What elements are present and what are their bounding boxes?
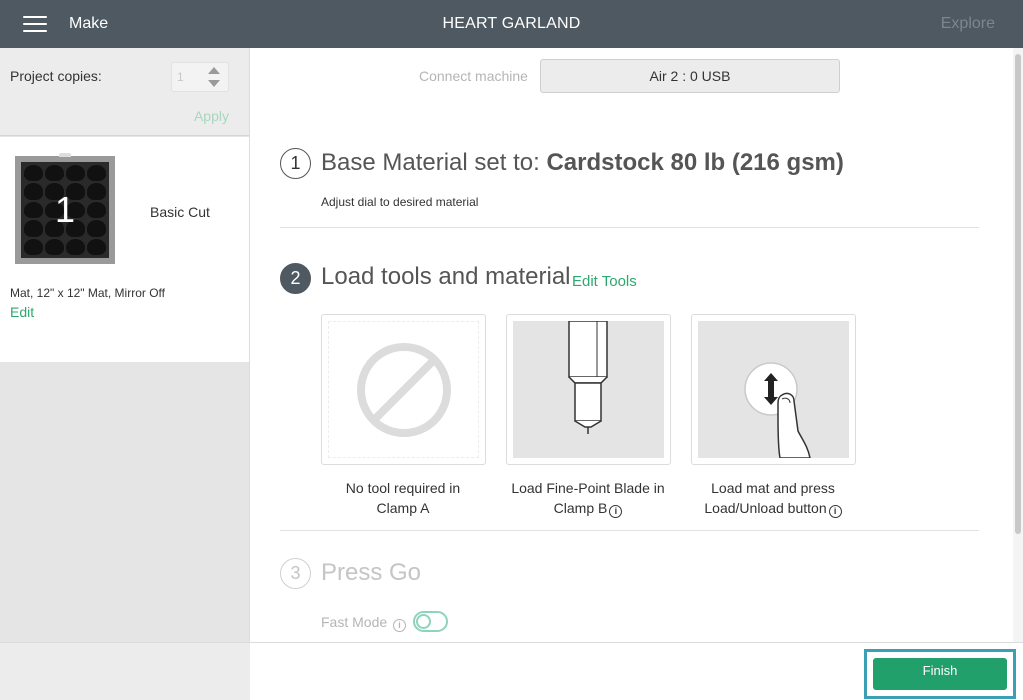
footer-sidebar-area xyxy=(0,643,250,700)
step-2-circle: 2 xyxy=(280,263,311,294)
tool-card-clamp-a xyxy=(321,314,486,465)
tool-card-load-mat xyxy=(691,314,856,465)
tool-caption-load-mat: Load mat and press Load/Unload button i xyxy=(678,478,868,518)
base-material-value[interactable]: Cardstock 80 lb (216 gsm) xyxy=(546,149,843,176)
tool-card-clamp-b xyxy=(506,314,671,465)
stepper-down-icon[interactable] xyxy=(208,80,220,87)
divider xyxy=(280,227,979,228)
step-1-title: Base Material set to: Cardstock 80 lb (2… xyxy=(321,149,844,177)
load-unload-button-icon xyxy=(698,321,849,458)
mat-preview[interactable]: 1 xyxy=(15,153,115,264)
info-icon[interactable]: i xyxy=(828,505,842,518)
step-1-circle: 1 xyxy=(280,148,311,179)
divider xyxy=(280,530,979,531)
toggle-knob xyxy=(416,614,431,629)
project-copies-label: Project copies: xyxy=(10,68,102,84)
mat-card[interactable]: 1 Basic Cut Mat, 12" x 12" Mat, Mirror O… xyxy=(0,137,249,362)
fine-point-blade-icon xyxy=(513,321,664,458)
footer: Finish xyxy=(0,642,1023,700)
fast-mode-label: Fast Mode i xyxy=(321,614,407,632)
info-icon[interactable]: i xyxy=(393,619,407,632)
scrollbar[interactable] xyxy=(1013,48,1023,642)
info-icon[interactable]: i xyxy=(609,505,623,518)
project-copies-panel: Project copies: 1 Apply xyxy=(0,48,249,136)
fast-mode-toggle[interactable] xyxy=(413,611,448,632)
edit-tools-link[interactable]: Edit Tools xyxy=(572,273,637,290)
connect-machine-label: Connect machine xyxy=(419,68,528,84)
no-tool-icon xyxy=(328,321,479,458)
step-1-title-prefix: Base Material set to: xyxy=(321,149,547,176)
step-3-circle: 3 xyxy=(280,558,311,589)
project-title: HEART GARLAND xyxy=(442,15,581,32)
step-2-title: Load tools and material xyxy=(321,263,571,290)
top-bar: Make HEART GARLAND Explore xyxy=(0,0,1023,48)
finish-button-highlight: Finish xyxy=(864,649,1016,699)
stepper-up-icon[interactable] xyxy=(208,67,220,74)
scrollbar-thumb[interactable] xyxy=(1015,54,1021,534)
tool-caption-clamp-a: No tool required in Clamp A xyxy=(345,480,461,516)
hamburger-menu-icon[interactable] xyxy=(23,16,47,34)
project-copies-stepper[interactable]: 1 xyxy=(171,62,229,92)
app-title: Make xyxy=(69,15,109,32)
mat-description: Mat, 12" x 12" Mat, Mirror Off xyxy=(10,286,166,300)
main-panel: Connect machine Air 2 : 0 USB 1 Base Mat… xyxy=(251,48,1013,642)
explore-link[interactable]: Explore xyxy=(941,15,995,33)
project-copies-value[interactable]: 1 xyxy=(177,70,184,84)
tool-caption-clamp-b: Load Fine-Point Blade in Clamp Bi xyxy=(511,480,665,518)
step-1-subtitle: Adjust dial to desired material xyxy=(321,195,479,209)
step-3-title: Press Go xyxy=(321,559,422,586)
machine-select[interactable]: Air 2 : 0 USB xyxy=(540,59,840,93)
mat-cut-type: Basic Cut xyxy=(150,204,210,220)
mat-heart-grid: 1 xyxy=(21,162,109,258)
sidebar: Project copies: 1 Apply 1 Basic Cut Mat,… xyxy=(0,48,250,642)
finish-button[interactable]: Finish xyxy=(873,658,1007,690)
apply-button[interactable]: Apply xyxy=(194,108,229,124)
mat-number: 1 xyxy=(54,189,76,230)
mat-edit-link[interactable]: Edit xyxy=(10,304,34,320)
